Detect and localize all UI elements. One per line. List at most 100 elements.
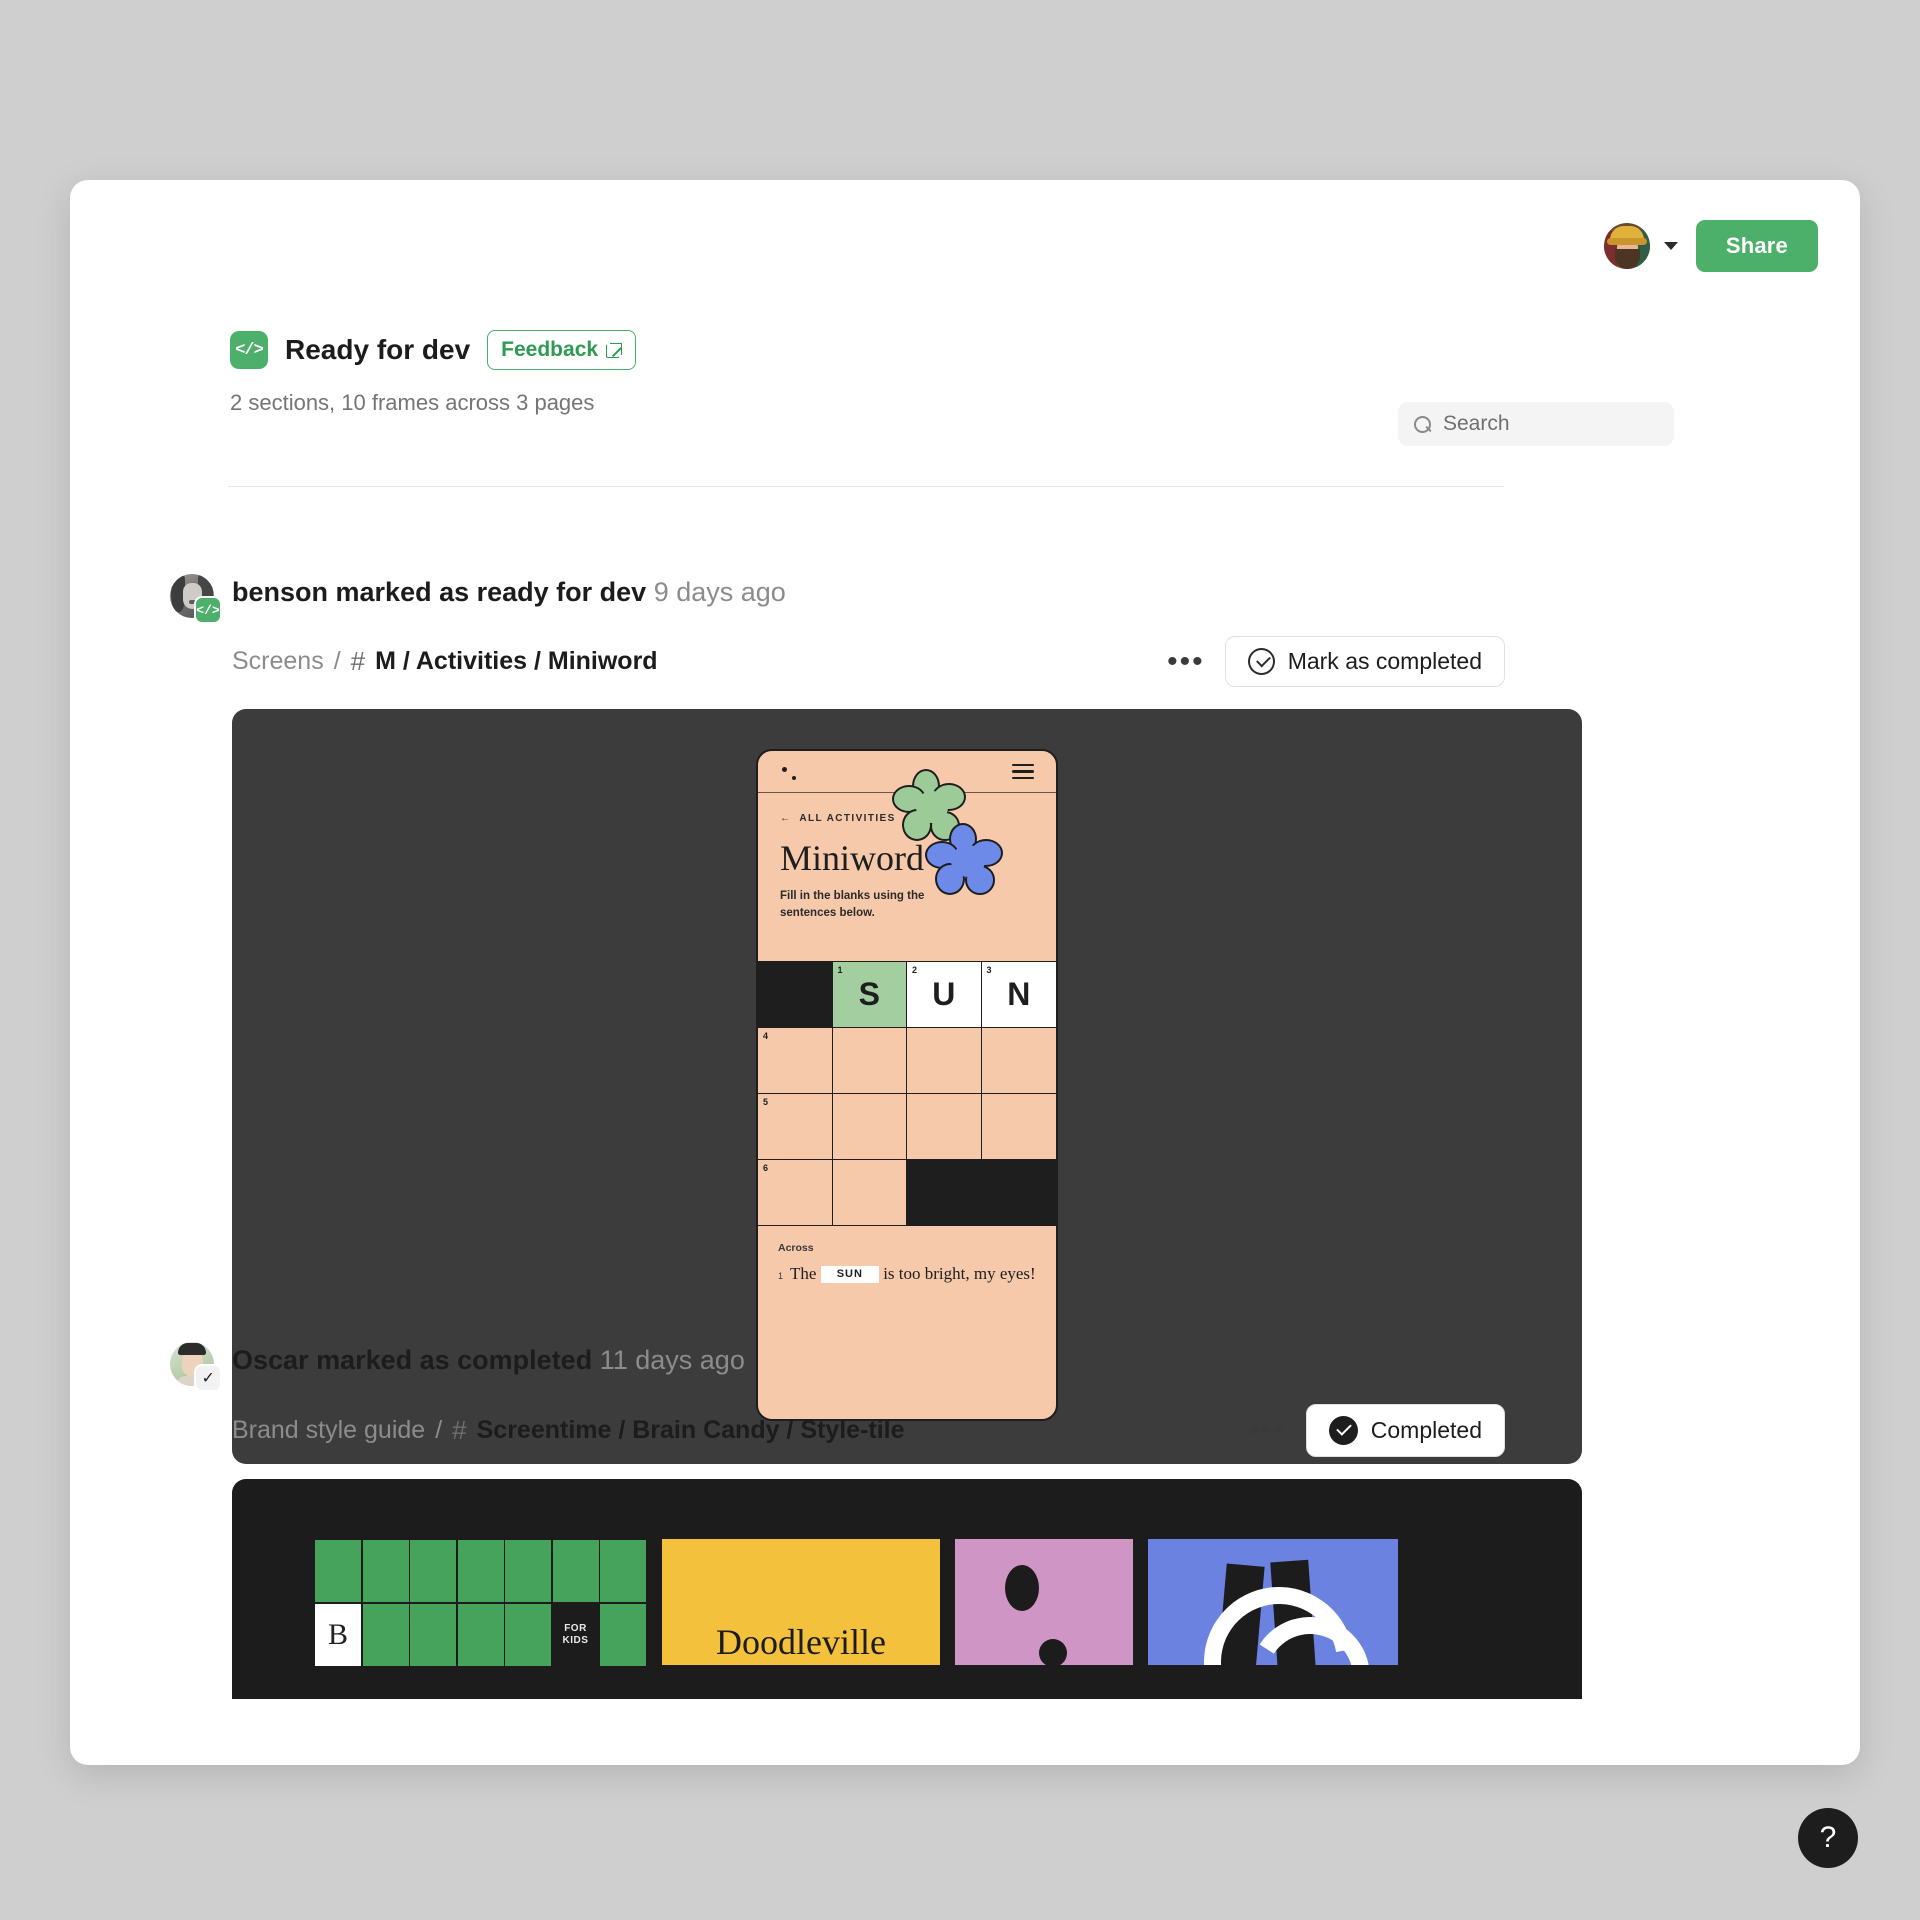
style-tile-cell <box>552 1540 599 1602</box>
hash-icon: # <box>452 1415 467 1445</box>
crossword-cell[interactable]: 6 <box>758 1160 833 1226</box>
style-tile-cell <box>315 1540 361 1602</box>
feedback-button[interactable]: Feedback <box>487 330 637 370</box>
mark-as-completed-label: Mark as completed <box>1287 648 1482 674</box>
breadcrumb: Screens / # M / Activities / Miniword <box>232 646 658 677</box>
style-tile-cell <box>600 1540 646 1602</box>
style-tile-row: B FOR KIDS Doodleville <box>314 1539 1398 1667</box>
status-section: </> Ready for dev Feedback 2 sections, 1… <box>230 330 637 416</box>
preview-canvas-style-tile[interactable]: B FOR KIDS Doodleville <box>232 1479 1582 1699</box>
check-badge-icon: ✓ <box>194 1364 222 1392</box>
search-placeholder: Search <box>1443 412 1510 435</box>
style-tile-cell <box>505 1540 551 1602</box>
crossword-cell[interactable] <box>907 1028 982 1094</box>
crossword-grid[interactable]: 1S2U3N456 <box>758 961 1056 1226</box>
breadcrumb-separator: / <box>333 647 341 675</box>
avatar[interactable]: </> <box>170 574 222 624</box>
activity-title: benson marked as ready for dev 9 days ag… <box>232 572 786 608</box>
style-tile-cell <box>600 1603 646 1666</box>
cell-number: 6 <box>763 1163 769 1173</box>
wordmark-text: Doodleville <box>716 1622 886 1662</box>
breadcrumb-path[interactable]: Screentime / Brain Candy / Style-tile <box>477 1416 905 1445</box>
activity-header: ✓ Oscar marked as completed 11 days ago <box>170 1340 1505 1392</box>
avatar[interactable]: ✓ <box>170 1342 222 1392</box>
check-circle-icon <box>1247 648 1275 675</box>
more-options-icon[interactable]: ••• <box>1248 1415 1286 1446</box>
letter-cell: B <box>315 1603 361 1666</box>
activity-actor: benson <box>232 577 329 607</box>
status-dot-icon <box>782 767 787 772</box>
wordmark-tile: Doodleville <box>662 1539 940 1665</box>
external-link-icon <box>606 342 623 358</box>
activity-actions: ••• Mark as completed <box>1167 636 1505 687</box>
phone-header: ← ALL ACTIVITIES Miniword Fill in the bl… <box>758 769 1056 961</box>
share-button[interactable]: Share <box>1695 220 1818 272</box>
cell-number: 3 <box>986 965 992 975</box>
breadcrumb-root[interactable]: Brand style guide <box>232 1416 425 1445</box>
check-circle-filled-icon <box>1328 1416 1358 1445</box>
search-input[interactable]: Search <box>1398 402 1674 446</box>
mark-as-completed-button[interactable]: Mark as completed <box>1224 636 1505 687</box>
miniword-subtitle: Fill in the blanks using the sentences b… <box>780 890 925 919</box>
style-tile-cell <box>362 1603 409 1666</box>
crossword-cell[interactable]: 1S <box>832 962 907 1028</box>
clues-heading: Across <box>778 1242 814 1254</box>
style-tile-cell <box>457 1540 504 1602</box>
code-icon: </> <box>230 331 268 369</box>
clue-answer[interactable]: SUN <box>820 1266 879 1284</box>
cell-letter: N <box>1007 976 1031 1012</box>
activity-header: </> benson marked as ready for dev 9 day… <box>170 572 1505 624</box>
completed-label: Completed <box>1370 1417 1482 1443</box>
header-toolbar: Share <box>1603 220 1818 272</box>
activity-actor: Oscar <box>232 1345 309 1375</box>
crossword-cell[interactable]: 3N <box>981 962 1056 1028</box>
crossword-cell[interactable] <box>981 1028 1056 1094</box>
crossword-cell[interactable] <box>832 1028 907 1094</box>
crossword-cell[interactable] <box>832 1094 907 1160</box>
activity-item-completed: ✓ Oscar marked as completed 11 days ago … <box>170 1340 1582 1699</box>
crossword-cell[interactable] <box>907 1160 982 1226</box>
crossword-cell[interactable]: 2U <box>907 962 982 1028</box>
crossword-cell[interactable] <box>981 1094 1056 1160</box>
cell-number: 2 <box>912 965 918 975</box>
dot-shape-icon <box>1039 1639 1067 1667</box>
style-tile-cell <box>362 1540 409 1602</box>
crossword-cell[interactable]: 5 <box>758 1094 833 1160</box>
activity-action: marked as ready for dev <box>335 577 647 607</box>
cell-letter: S <box>858 976 880 1012</box>
blue-graphic-tile <box>1148 1539 1398 1665</box>
green-grid-tile: B FOR KIDS <box>314 1539 647 1667</box>
crossword-cell[interactable] <box>907 1094 982 1160</box>
cell-number: 5 <box>763 1097 769 1107</box>
clue-text: The SUN is too bright, my eyes! <box>790 1262 1036 1286</box>
chevron-down-icon[interactable] <box>1663 242 1678 250</box>
crossword-cell[interactable]: 4 <box>758 1028 833 1094</box>
activity-meta-row: Brand style guide / # Screentime / Brain… <box>170 1404 1505 1457</box>
crossword-cell[interactable] <box>758 962 833 1028</box>
hash-icon: # <box>350 646 366 676</box>
breadcrumb-path[interactable]: M / Activities / Miniword <box>375 647 657 676</box>
breadcrumb-root[interactable]: Screens <box>232 647 324 676</box>
cell-number: 1 <box>837 965 843 975</box>
code-badge-icon: </> <box>194 596 222 624</box>
header-divider <box>228 486 1504 487</box>
help-button[interactable]: ? <box>1798 1808 1858 1868</box>
clue-pre: The <box>790 1264 817 1283</box>
activity-meta-row: Screens / # M / Activities / Miniword ••… <box>170 636 1505 687</box>
completed-button[interactable]: Completed <box>1305 1404 1505 1457</box>
status-dot-icon <box>792 776 796 780</box>
avatar[interactable] <box>1603 223 1650 269</box>
style-tile-cell <box>410 1603 456 1666</box>
breadcrumb-separator: / <box>435 1416 443 1444</box>
cell-letter: U <box>932 976 956 1012</box>
crossword-cell[interactable] <box>832 1160 907 1226</box>
more-options-icon[interactable]: ••• <box>1167 646 1205 677</box>
page-title: Ready for dev <box>285 334 471 365</box>
crossword-cell[interactable] <box>981 1160 1056 1226</box>
main-card: Share </> Ready for dev Feedback 2 secti… <box>70 180 1860 1765</box>
tag-cell: FOR KIDS <box>552 1603 599 1666</box>
activity-action: marked as completed <box>316 1345 593 1375</box>
hamburger-menu-icon[interactable] <box>1012 764 1034 780</box>
search-icon <box>1414 415 1431 433</box>
eye-shape-icon <box>1005 1565 1039 1611</box>
